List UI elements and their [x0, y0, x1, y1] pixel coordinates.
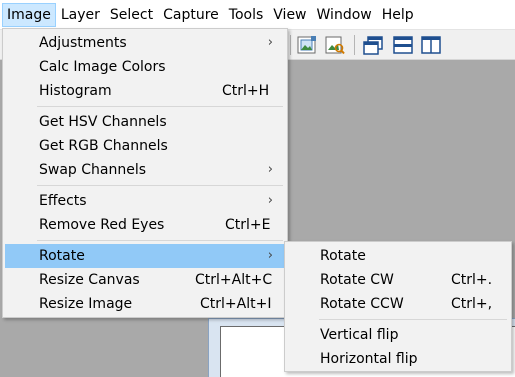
menu-item-label: Get HSV Channels	[39, 114, 167, 130]
menu-window[interactable]: Window	[312, 3, 377, 27]
menu-item-label: Horizontal flip	[320, 351, 418, 367]
menu-item-label: Rotate CW	[320, 272, 394, 288]
submenu-item-rotate-cw[interactable]: Rotate CW Ctrl+.	[287, 268, 509, 292]
menu-capture[interactable]: Capture	[158, 3, 224, 27]
menu-item-resize-canvas[interactable]: Resize Canvas Ctrl+Alt+C	[5, 268, 285, 292]
image-search-icon[interactable]	[324, 34, 346, 56]
chevron-right-icon: ›	[267, 193, 273, 208]
menu-tools[interactable]: Tools	[224, 3, 269, 27]
menu-item-label: Resize Canvas	[39, 272, 140, 288]
menu-item-label: Resize Image	[39, 296, 133, 312]
submenu-item-vertical-flip[interactable]: Vertical flip	[287, 323, 509, 347]
image-menu-dropdown: Adjustments › Calc Image Colors Histogra…	[2, 28, 288, 318]
menu-item-shortcut: Ctrl+,	[451, 296, 493, 312]
menu-separator	[37, 240, 283, 241]
menu-select[interactable]: Select	[105, 3, 158, 27]
menu-item-label: Adjustments	[39, 35, 127, 51]
chevron-right-icon: ›	[267, 162, 273, 177]
menu-item-label: Swap Channels	[39, 162, 147, 178]
menu-item-label: Histogram	[39, 83, 112, 99]
menu-item-histogram[interactable]: Histogram Ctrl+H	[5, 79, 285, 103]
submenu-item-rotate-ccw[interactable]: Rotate CCW Ctrl+,	[287, 292, 509, 316]
menu-item-get-hsv-channels[interactable]: Get HSV Channels	[5, 110, 285, 134]
submenu-item-horizontal-flip[interactable]: Horizontal flip	[287, 347, 509, 371]
menu-item-effects[interactable]: Effects ›	[5, 189, 285, 213]
menu-help[interactable]: Help	[377, 3, 419, 27]
menu-item-resize-image[interactable]: Resize Image Ctrl+Alt+I	[5, 292, 285, 316]
toolbar-separator	[290, 35, 291, 55]
menu-item-shortcut: Ctrl+H	[222, 83, 270, 99]
menu-item-shortcut: Ctrl+Alt+C	[195, 272, 273, 288]
menu-item-label: Rotate	[320, 248, 366, 264]
menu-separator	[319, 319, 507, 320]
menu-item-shortcut: Ctrl+.	[451, 272, 493, 288]
rotate-submenu: Rotate Rotate CW Ctrl+. Rotate CCW Ctrl+…	[284, 241, 512, 372]
menu-item-calc-image-colors[interactable]: Calc Image Colors	[5, 55, 285, 79]
menu-item-get-rgb-channels[interactable]: Get RGB Channels	[5, 134, 285, 158]
chevron-right-icon: ›	[267, 248, 273, 263]
image-frame-icon[interactable]	[296, 34, 318, 56]
menu-view[interactable]: View	[268, 3, 311, 27]
submenu-item-rotate[interactable]: Rotate	[287, 244, 509, 268]
menu-item-label: Calc Image Colors	[39, 59, 166, 75]
tile-vertical-icon[interactable]	[420, 34, 442, 56]
chevron-right-icon: ›	[267, 35, 273, 50]
menu-item-shortcut: Ctrl+Alt+I	[200, 296, 272, 312]
menu-bar: Image Layer Select Capture Tools View Wi…	[0, 0, 515, 30]
menu-layer[interactable]: Layer	[56, 3, 105, 27]
menu-item-rotate[interactable]: Rotate ›	[5, 244, 285, 268]
menu-item-label: Effects	[39, 193, 87, 209]
menu-item-swap-channels[interactable]: Swap Channels ›	[5, 158, 285, 182]
menu-image[interactable]: Image	[2, 2, 56, 27]
menu-separator	[37, 106, 283, 107]
menu-item-label: Vertical flip	[320, 327, 399, 343]
menu-item-remove-red-eyes[interactable]: Remove Red Eyes Ctrl+E	[5, 213, 285, 237]
menu-item-adjustments[interactable]: Adjustments ›	[5, 31, 285, 55]
menu-separator	[37, 185, 283, 186]
tile-horizontal-icon[interactable]	[392, 34, 414, 56]
menu-item-label: Remove Red Eyes	[39, 217, 165, 233]
menu-item-label: Rotate	[39, 248, 85, 264]
toolbar-separator	[354, 35, 355, 55]
menu-item-label: Rotate CCW	[320, 296, 404, 312]
menu-item-label: Get RGB Channels	[39, 138, 168, 154]
menu-item-shortcut: Ctrl+E	[225, 217, 271, 233]
cascade-windows-icon[interactable]	[362, 34, 384, 56]
